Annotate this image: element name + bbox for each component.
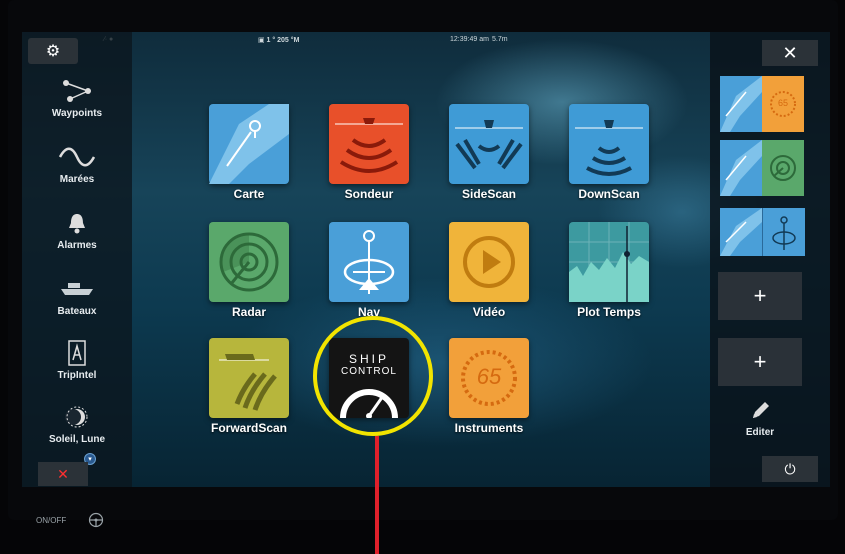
instrument-value: 65 xyxy=(476,364,502,389)
sidebar-item-alarms[interactable]: Alarmes xyxy=(22,208,132,251)
add-page-button[interactable]: + xyxy=(718,338,802,386)
sidebar-item-tides[interactable]: Marées xyxy=(22,142,132,185)
sidebar-item-label: Soleil, Lune xyxy=(48,434,106,445)
app-sondeur[interactable]: Sondeur xyxy=(314,104,424,201)
forwardscan-icon xyxy=(209,338,289,418)
sidebar-item-label: Waypoints xyxy=(51,108,103,119)
navigation-icon xyxy=(329,222,409,302)
app-label: Plot Temps xyxy=(577,305,641,319)
app-label: Carte xyxy=(233,187,265,201)
chart-icon xyxy=(209,104,289,184)
edit-button[interactable]: Editer xyxy=(718,400,802,438)
instruments-gauge-icon: 65 xyxy=(449,338,529,418)
sidebar-item-label: Marées xyxy=(59,174,95,185)
steering-wheel-icon xyxy=(88,512,104,528)
radar-icon xyxy=(209,222,289,302)
sun-moon-icon xyxy=(22,402,132,432)
ship-icon xyxy=(22,274,132,304)
app-forwardscan[interactable]: ForwardScan xyxy=(194,338,304,435)
app-nav[interactable]: Nav xyxy=(314,222,424,319)
left-sidebar: ⚙ Waypoints Marées Alarmes Bateaux TripI… xyxy=(22,32,132,487)
bell-icon xyxy=(22,208,132,238)
app-plot-temps[interactable]: Plot Temps xyxy=(554,222,664,319)
app-label: Radar xyxy=(231,305,266,319)
combo-instrument-value: 65 xyxy=(777,98,788,108)
plus-icon: + xyxy=(753,349,767,374)
navigation-icon xyxy=(762,208,805,256)
sonar-icon xyxy=(329,104,409,184)
app-sidescan[interactable]: SideScan xyxy=(434,104,544,201)
power-icon: ⏻ xyxy=(784,460,796,477)
sidebar-item-tripintel[interactable]: TripIntel xyxy=(22,338,132,381)
status-depth: 5.7m xyxy=(492,36,508,43)
split-page-chart-instruments[interactable]: 65 xyxy=(720,76,804,132)
split-page-chart-nav[interactable] xyxy=(720,208,805,256)
app-video[interactable]: Vidéo xyxy=(434,222,544,319)
status-nav-info: ▣ 1 ° 205 °M xyxy=(258,37,300,44)
app-label: SideScan xyxy=(461,187,517,201)
close-sidebar-button[interactable]: ✕ xyxy=(38,462,88,486)
downscan-icon xyxy=(569,104,649,184)
instruments-gauge-icon: 65 xyxy=(762,76,804,132)
sidebar-item-label: TripIntel xyxy=(57,370,97,381)
settings-button[interactable]: ⚙ xyxy=(28,38,78,64)
onoff-hardware-button[interactable]: ON/OFF xyxy=(36,516,66,525)
chart-icon xyxy=(720,76,762,132)
split-page-chart-radar[interactable] xyxy=(720,140,804,196)
tripintel-icon xyxy=(22,338,132,368)
sidebar-item-boats[interactable]: Bateaux xyxy=(22,274,132,317)
radar-icon xyxy=(762,140,804,196)
tide-wave-icon xyxy=(22,142,132,172)
app-label: ForwardScan xyxy=(210,421,288,435)
app-instruments[interactable]: 65 Instruments xyxy=(434,338,544,435)
status-time: 12:39:49 am xyxy=(450,36,489,43)
status-bar: ∕∙ ● ▣ 1 ° 205 °M 12:39:49 am 5.7m xyxy=(22,32,830,48)
sidebar-item-label: Alarmes xyxy=(57,240,97,251)
time-plot-icon xyxy=(569,222,649,302)
app-radar[interactable]: Radar xyxy=(194,222,304,319)
app-carte[interactable]: Carte xyxy=(194,104,304,201)
app-label: DownScan xyxy=(578,187,640,201)
steering-wheel-hardware-button[interactable] xyxy=(88,512,104,530)
close-button[interactable]: ✕ xyxy=(762,40,818,66)
gear-icon: ⚙ xyxy=(45,43,61,60)
edit-label: Editer xyxy=(745,427,775,438)
chart-icon xyxy=(720,140,762,196)
waypoints-icon xyxy=(22,76,132,106)
plus-icon: + xyxy=(753,283,767,308)
add-page-button[interactable]: + xyxy=(718,272,802,320)
app-label: Sondeur xyxy=(344,187,394,201)
close-icon: ✕ xyxy=(57,465,69,482)
chart-icon xyxy=(720,208,762,256)
app-label: Instruments xyxy=(454,421,524,435)
app-label: Vidéo xyxy=(472,305,506,319)
home-screen: ∕∙ ● ▣ 1 ° 205 °M 12:39:49 am 5.7m ⚙ Way… xyxy=(22,32,830,487)
pointer-line xyxy=(375,436,379,554)
power-button[interactable]: ⏻ xyxy=(762,456,818,482)
app-downscan[interactable]: DownScan xyxy=(554,104,664,201)
highlight-circle xyxy=(313,316,433,436)
onoff-label: ON/OFF xyxy=(36,516,67,525)
sidebar-item-sun-moon[interactable]: Soleil, Lune xyxy=(22,402,132,445)
sidebar-item-label: Bateaux xyxy=(57,306,97,317)
video-play-icon xyxy=(449,222,529,302)
pencil-icon xyxy=(718,400,802,427)
sidebar-item-waypoints[interactable]: Waypoints xyxy=(22,76,132,119)
close-icon: ✕ xyxy=(782,42,798,63)
sidescan-icon xyxy=(449,104,529,184)
